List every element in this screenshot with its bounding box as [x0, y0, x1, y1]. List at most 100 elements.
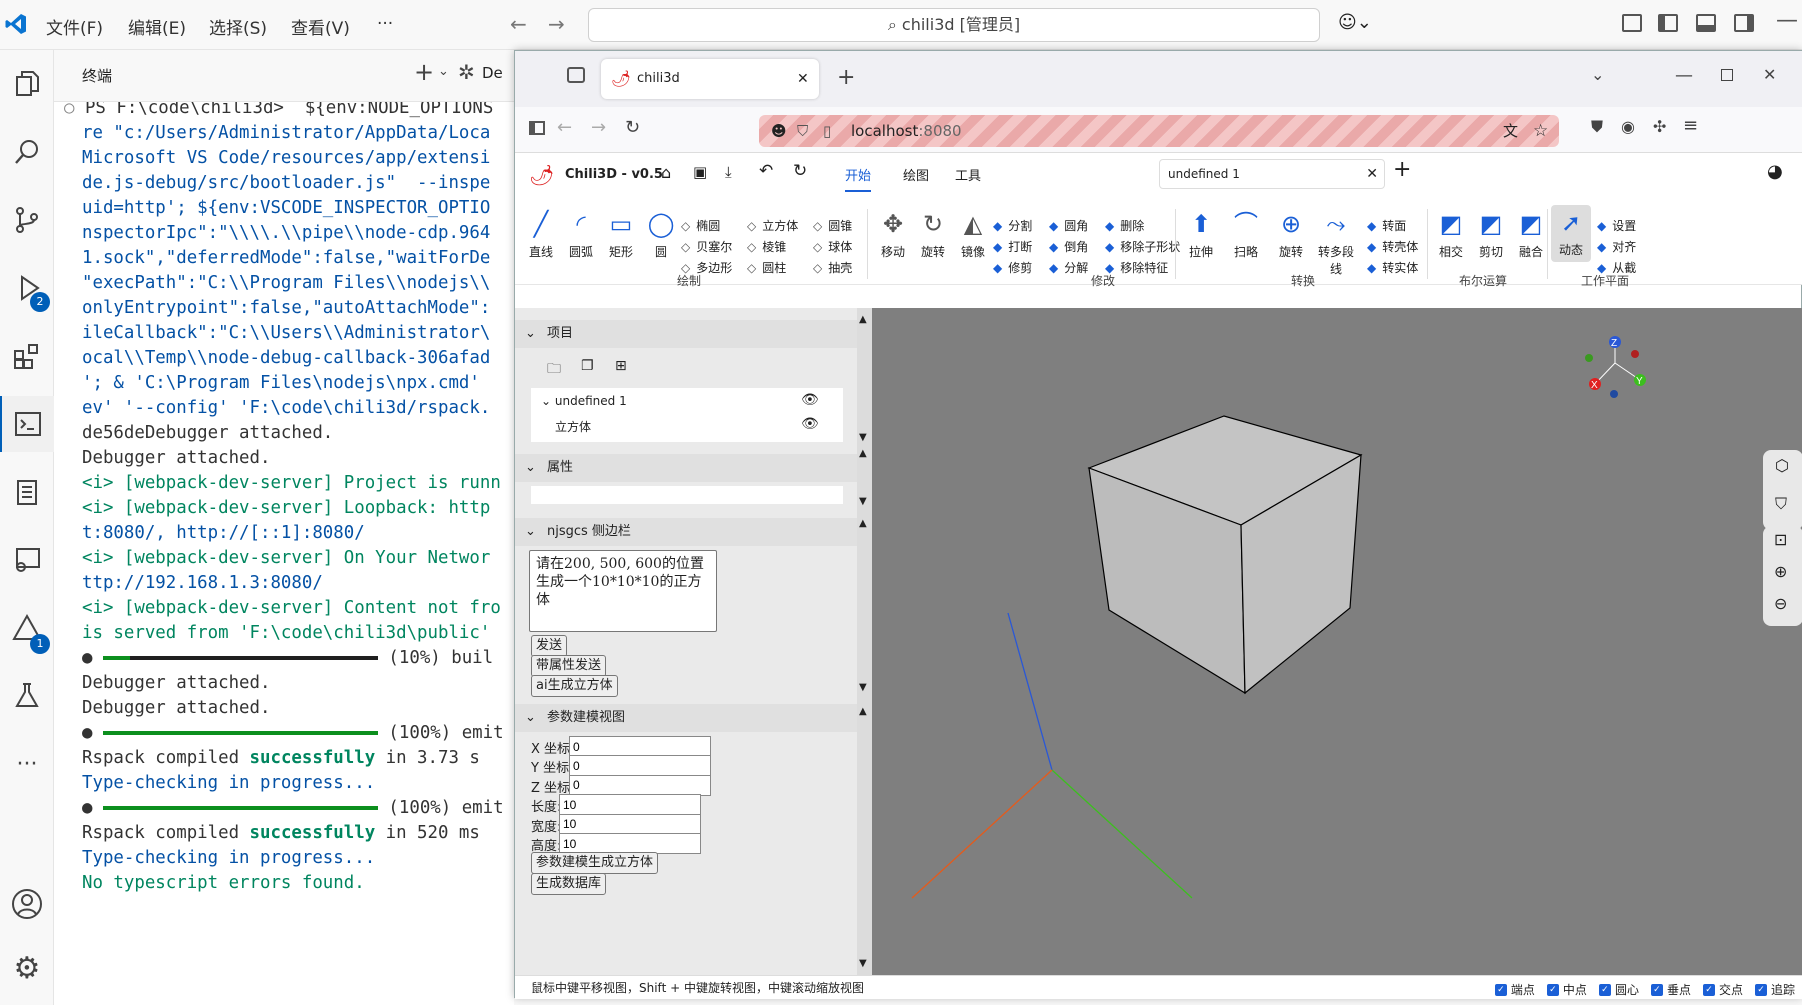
menu-view[interactable]: 查看(V): [291, 14, 350, 39]
draw-2-button[interactable]: ▭ 矩形: [601, 209, 641, 260]
modify-small-0-1-button[interactable]: ◆ 圆角: [1049, 217, 1088, 234]
window-maximize-icon[interactable]: [1721, 69, 1733, 81]
send-button[interactable]: 发送: [531, 635, 568, 657]
convert-0-button[interactable]: ⬆ 拉伸: [1181, 209, 1221, 260]
chevron-down-icon[interactable]: ⌄: [438, 64, 449, 79]
test-flask-icon[interactable]: [0, 668, 54, 724]
save-icon[interactable]: ▣: [693, 163, 707, 181]
draw-small-1-1-button[interactable]: ◇ 棱锥: [747, 238, 786, 255]
nav-forward-icon[interactable]: →: [591, 117, 606, 138]
param-field-input[interactable]: [559, 813, 701, 835]
window-close-icon[interactable]: ✕: [1763, 65, 1776, 84]
modify-small-0-0-button[interactable]: ◆ 分割: [993, 217, 1032, 234]
download-icon[interactable]: ⤓: [725, 163, 732, 181]
convert-small-2-button[interactable]: ◆ 转实体: [1367, 259, 1418, 276]
zoom-out-icon[interactable]: ⊖: [1774, 594, 1787, 613]
new-document-icon[interactable]: +: [1393, 157, 1411, 182]
convert-small-1-button[interactable]: ◆ 转壳体: [1367, 238, 1418, 255]
ai-generate-cube-button[interactable]: ai生成立方体: [531, 675, 618, 697]
tab-tools[interactable]: 工具: [955, 165, 981, 184]
tree-item-node[interactable]: 立方体: [555, 418, 591, 435]
new-folder-icon[interactable]: 🗀: [547, 358, 561, 382]
pocket-icon[interactable]: ⛊: [1591, 117, 1603, 137]
draw-small-2-1-button[interactable]: ◇ 圆柱: [747, 259, 786, 276]
copy-icon[interactable]: ❐: [581, 358, 594, 374]
menu-more[interactable]: ···: [377, 14, 393, 34]
snap-checkbox[interactable]: ✓ 追踪: [1754, 978, 1795, 1002]
param-field-input[interactable]: [559, 794, 701, 816]
back-arrow-icon[interactable]: ←: [510, 12, 527, 36]
snap-checkbox[interactable]: ✓ 中点: [1546, 978, 1587, 1002]
snap-checkbox[interactable]: ✓ 交点: [1702, 978, 1743, 1002]
nav-back-icon[interactable]: ←: [557, 117, 572, 138]
scroll-up-icon[interactable]: ▲: [859, 448, 867, 459]
new-tab-icon[interactable]: +: [837, 65, 855, 90]
new-terminal-icon[interactable]: +: [414, 58, 434, 86]
workplane-small-0-button[interactable]: ◆ 设置: [1597, 217, 1636, 234]
list-tabs-icon[interactable]: ⌄: [1591, 65, 1604, 84]
reload-icon[interactable]: ↻: [625, 117, 640, 138]
snap-checkbox[interactable]: ✓ 圆心: [1598, 978, 1639, 1002]
home-icon[interactable]: ⌂: [661, 163, 671, 182]
boolean-2-button[interactable]: ◩ 融合: [1511, 209, 1551, 260]
visibility-eye-icon[interactable]: 👁: [801, 416, 819, 432]
draw-1-button[interactable]: ◜ 圆弧: [561, 209, 601, 260]
source-control-icon[interactable]: [0, 192, 54, 248]
profile-icon[interactable]: ◉: [1621, 117, 1635, 136]
add-icon[interactable]: ⊞: [615, 358, 627, 374]
snap-checkbox[interactable]: ✓ 垂点: [1650, 978, 1691, 1002]
menu-file[interactable]: 文件(F): [46, 14, 103, 39]
tab-draw[interactable]: 绘图: [903, 165, 929, 184]
draw-small-1-2-button[interactable]: ◇ 球体: [813, 238, 852, 255]
minimize-icon[interactable]: —: [1776, 8, 1798, 33]
sidebar-scrollbar[interactable]: ▲ ▼ ▲ ▼ ▲ ▼ ▲ ▼: [857, 308, 872, 975]
param-field-input[interactable]: [569, 736, 711, 757]
notes-icon[interactable]: [0, 464, 54, 520]
shield-icon[interactable]: ⛉: [797, 115, 808, 147]
3d-viewport[interactable]: Z X Y ⬡ ⛉ ⊡ ⊕ ⊖: [872, 308, 1802, 975]
window-minimize-icon[interactable]: —: [1675, 65, 1693, 86]
modify-small-2-1-button[interactable]: ◆ 分解: [1049, 259, 1088, 276]
ai-prompt-textarea[interactable]: 请在200, 500, 600的位置生成一个10*10*10的正方体: [529, 550, 717, 632]
tab-close-icon[interactable]: ✕: [797, 59, 809, 99]
send-with-props-button[interactable]: 带属性发送: [531, 655, 607, 677]
scroll-up-icon[interactable]: ▲: [859, 706, 867, 717]
draw-3-button[interactable]: ◯ 圆: [641, 209, 681, 260]
modify-small-0-2-button[interactable]: ◆ 删除: [1105, 217, 1144, 234]
convert-small-0-button[interactable]: ◆ 转面: [1367, 217, 1406, 234]
draw-0-button[interactable]: ╱ 直线: [521, 209, 561, 260]
scroll-down-icon[interactable]: ▼: [859, 958, 867, 969]
modify-small-2-0-button[interactable]: ◆ 修剪: [993, 259, 1032, 276]
menu-selection[interactable]: 选择(S): [209, 14, 267, 39]
draw-small-0-1-button[interactable]: ◇ 立方体: [747, 217, 798, 234]
bookmark-star-icon[interactable]: ☆: [1533, 115, 1548, 147]
tab-start[interactable]: 开始: [845, 165, 872, 192]
modify-0-button[interactable]: ✥ 移动: [873, 209, 913, 260]
github-icon[interactable]: ◕: [1767, 161, 1783, 182]
dynamic-plane-button[interactable]: ➚ 动态: [1551, 205, 1591, 262]
terminal-output[interactable]: ○ PS F:\code\chili3d> ${env:NODE_OPTIONS…: [54, 102, 514, 1005]
settings-gear-icon[interactable]: ⚙: [0, 940, 54, 996]
tree-doc-node[interactable]: ⌄ undefined 1: [541, 394, 627, 408]
url-bar[interactable]: ☻ ⛉ ▯ localhost:8080 文 ☆: [759, 115, 1559, 147]
layout-customize-icon[interactable]: [1622, 14, 1642, 32]
extensions-puzzle-icon[interactable]: ✣: [1653, 117, 1666, 136]
translate-icon[interactable]: 文: [1503, 115, 1518, 147]
njsgcs-section-header[interactable]: ⌄ njsgcs 侧边栏: [515, 518, 857, 546]
copilot-icon[interactable]: ☺⌄: [1338, 12, 1372, 33]
project-section-header[interactable]: ⌄ 项目: [515, 320, 857, 348]
toggle-sidebar-icon[interactable]: [1658, 14, 1678, 32]
visibility-eye-icon[interactable]: 👁: [801, 392, 819, 408]
page-info-icon[interactable]: ▯: [823, 115, 831, 147]
scroll-up-icon[interactable]: ▲: [859, 314, 867, 325]
draw-small-0-2-button[interactable]: ◇ 圆锥: [813, 217, 852, 234]
workplane-small-1-button[interactable]: ◆ 对齐: [1597, 238, 1636, 255]
account-icon[interactable]: [0, 876, 54, 932]
scroll-down-icon[interactable]: ▼: [859, 682, 867, 693]
param-field-input[interactable]: [559, 833, 701, 854]
scroll-up-icon[interactable]: ▲: [859, 518, 867, 529]
draw-small-0-0-button[interactable]: ◇ 椭圆: [681, 217, 720, 234]
scroll-down-icon[interactable]: ▼: [859, 432, 867, 443]
draw-small-2-2-button[interactable]: ◇ 抽壳: [813, 259, 852, 276]
more-icon[interactable]: ···: [0, 736, 54, 792]
